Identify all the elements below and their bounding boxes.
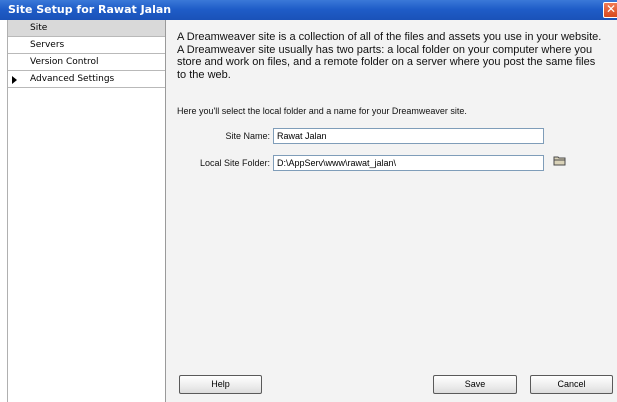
sidebar-item-label: Version Control — [30, 57, 99, 67]
folder-icon[interactable] — [553, 155, 567, 167]
sidebar-item-servers[interactable]: Servers — [8, 37, 165, 54]
help-button[interactable]: Help — [179, 375, 262, 394]
instruction-text: Here you'll select the local folder and … — [177, 106, 467, 116]
main-panel: A Dreamweaver site is a collection of al… — [166, 20, 617, 402]
local-site-folder-label: Local Site Folder: — [199, 158, 270, 168]
site-setup-dialog: Site Setup for Rawat Jalan ✕ Site Server… — [0, 0, 617, 402]
sidebar-item-label: Site — [30, 23, 48, 33]
chevron-right-icon[interactable] — [12, 76, 17, 84]
sidebar-item-advanced-settings[interactable]: Advanced Settings — [8, 71, 165, 88]
close-icon: ✕ — [605, 2, 617, 16]
sidebar-item-site[interactable]: Site — [8, 20, 165, 37]
close-button[interactable]: ✕ — [603, 2, 617, 18]
sidebar-item-label: Advanced Settings — [30, 74, 115, 84]
site-description: A Dreamweaver site is a collection of al… — [177, 31, 602, 81]
site-name-input[interactable]: Rawat Jalan — [273, 128, 544, 144]
cancel-button[interactable]: Cancel — [530, 375, 613, 394]
sidebar-item-label: Servers — [30, 40, 65, 50]
title-bar: Site Setup for Rawat Jalan ✕ — [0, 0, 617, 20]
sidebar-item-version-control[interactable]: Version Control — [8, 54, 165, 71]
save-button[interactable]: Save — [433, 375, 517, 394]
dialog-title: Site Setup for Rawat Jalan — [8, 3, 172, 16]
local-site-folder-input[interactable]: D:\AppServ\www\rawat_jalan\ — [273, 155, 544, 171]
site-name-label: Site Name: — [225, 131, 270, 141]
